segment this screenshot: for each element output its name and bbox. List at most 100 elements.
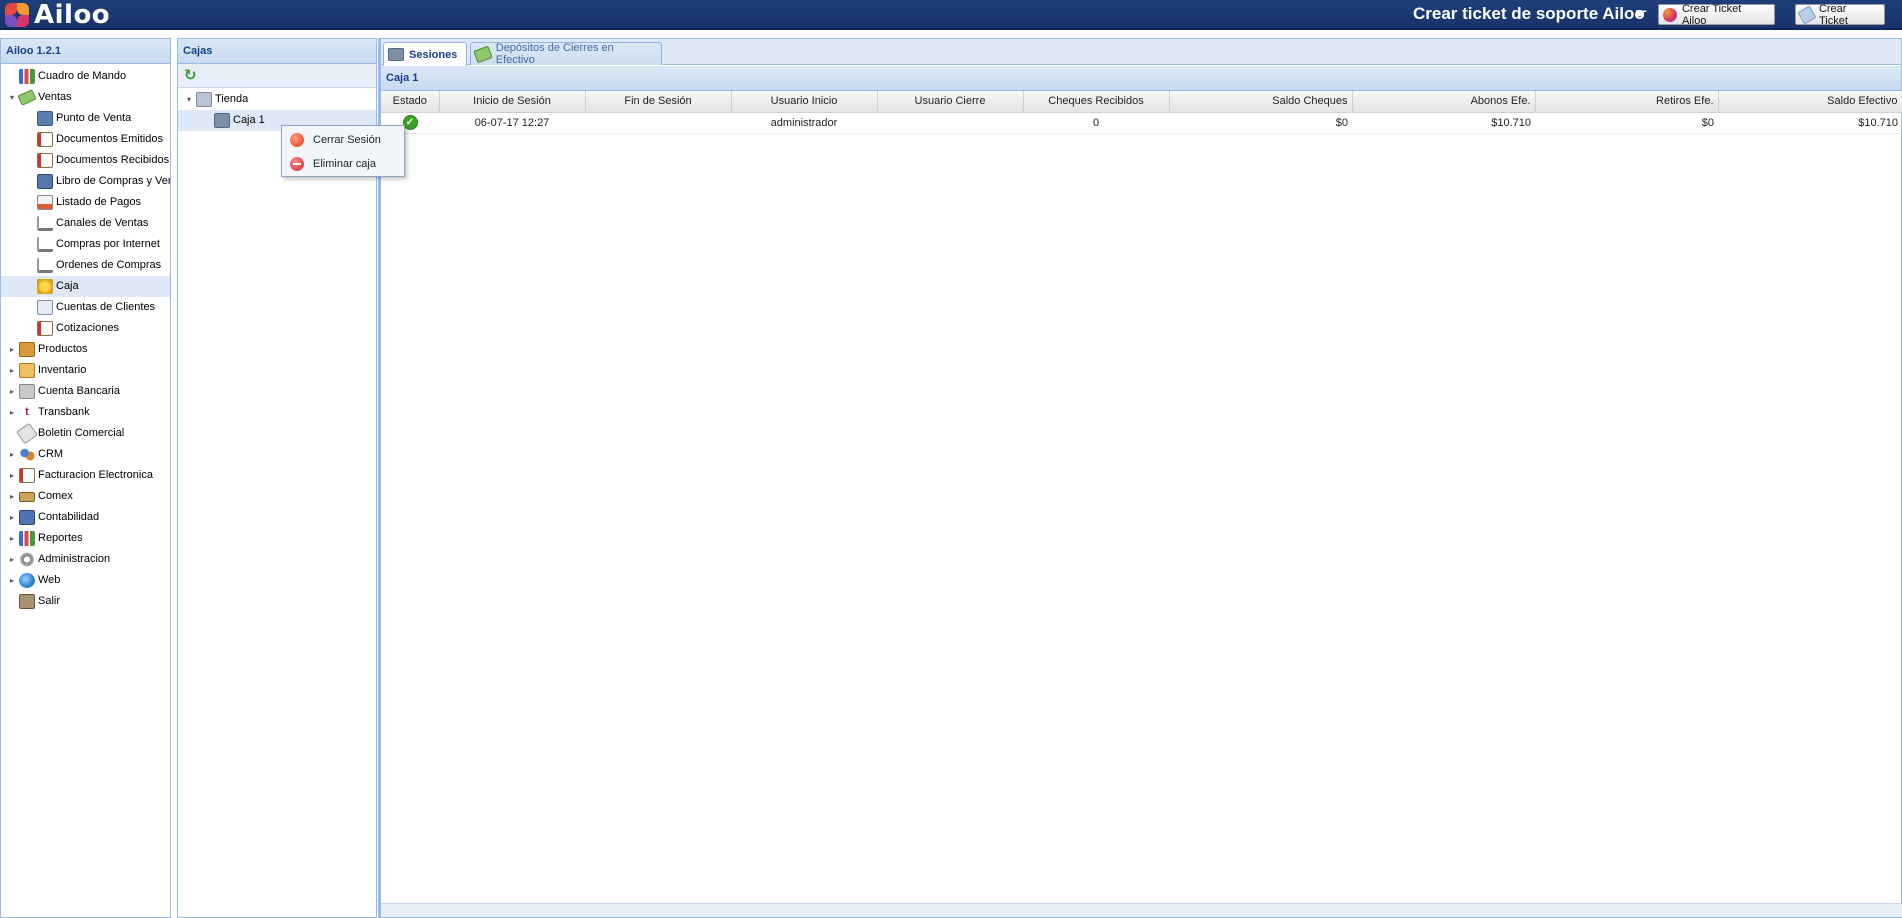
cerrar-sesion-menu-item[interactable]: Cerrar Sesión [282, 129, 404, 151]
cell-usuario-inicio: administrador [731, 112, 877, 134]
nav-item-cuentas-de-clientes[interactable]: Cuentas de Clientes [1, 297, 170, 318]
crear-ticket-ailoo-button[interactable]: Crear Ticket Ailoo [1658, 3, 1775, 27]
nav-item-label: Facturacion Electronica [38, 469, 153, 481]
eliminar-caja-menu-item[interactable]: Eliminar caja [282, 153, 404, 175]
column-header[interactable]: Fin de Sesión [585, 91, 732, 113]
nav-item-administracion[interactable]: ▸ Administracion [1, 549, 170, 570]
collapsed-arrow-icon[interactable]: ▸ [7, 360, 17, 381]
cell-abonos: $10.710 [1352, 112, 1535, 134]
nav-item-punto-de-venta[interactable]: Punto de Venta [1, 108, 170, 129]
ledger-icon [19, 510, 35, 525]
close-session-icon [290, 133, 304, 147]
expanded-arrow-icon[interactable]: ▾ [184, 89, 194, 110]
column-header[interactable]: Abonos Efe. [1352, 91, 1536, 113]
nav-item-crm[interactable]: ▸ CRM [1, 444, 170, 465]
nav-item-label: Administracion [38, 553, 111, 565]
tag-icon [16, 423, 38, 444]
cell-retiros: $0 [1535, 112, 1718, 134]
collapsed-arrow-icon[interactable]: ▸ [7, 570, 17, 591]
nav-item-label: Compras por Internet [56, 238, 160, 250]
nav-item-documentos-emitidos[interactable]: Documentos Emitidos [1, 129, 170, 150]
cart-icon [37, 258, 53, 273]
cart-icon [37, 216, 53, 231]
nav-item-label: Documentos Emitidos [56, 133, 163, 145]
collapsed-arrow-icon[interactable]: ▸ [7, 402, 17, 423]
expanded-arrow-icon[interactable]: ▾ [7, 87, 17, 108]
nav-item-libro-de-compras-y-ventas[interactable]: Libro de Compras y Ventas [1, 171, 170, 192]
nav-item-listado-de-pagos[interactable]: Listado de Pagos [1, 192, 170, 213]
column-header[interactable]: Retiros Efe. [1535, 91, 1719, 113]
nav-item-contabilidad[interactable]: ▸ Contabilidad [1, 507, 170, 528]
nav-item-compras-por-internet[interactable]: Compras por Internet [1, 234, 170, 255]
invoice-icon [19, 468, 35, 483]
nav-item-cotizaciones[interactable]: Cotizaciones [1, 318, 170, 339]
nav-item-ordenes-de-compras[interactable]: Ordenes de Compras [1, 255, 170, 276]
client-card-icon [37, 300, 53, 315]
nav-item-salir[interactable]: Salir [1, 591, 170, 612]
cerrar-sesion-label: Cerrar Sesión [313, 134, 381, 146]
collapsed-arrow-icon[interactable]: ▸ [7, 381, 17, 402]
nav-item-canales-de-ventas[interactable]: Canales de Ventas [1, 213, 170, 234]
collapsed-arrow-icon[interactable]: ▸ [7, 486, 17, 507]
pos-icon [37, 111, 53, 126]
nav-item-label: Reportes [38, 532, 83, 544]
nav-item-label: Ventas [38, 91, 72, 103]
column-header[interactable]: Cheques Recibidos [1023, 91, 1170, 113]
paging-toolbar [381, 903, 1902, 917]
collapsed-arrow-icon[interactable]: ▸ [7, 339, 17, 360]
nav-item-transbank[interactable]: ▸ t Transbank [1, 402, 170, 423]
nav-item-ventas[interactable]: ▾ Ventas [1, 87, 170, 108]
payment-list-icon [37, 195, 53, 210]
collapsed-arrow-icon[interactable]: ▸ [7, 528, 17, 549]
column-header[interactable]: Usuario Cierre [877, 91, 1024, 113]
support-title: Crear ticket de soporte Ailoo [1413, 4, 1645, 23]
cajas-tree-item-tienda[interactable]: ▾ Tienda [178, 89, 376, 110]
sessions-grid: Estado Inicio de Sesión Fin de Sesión Usuar… [381, 91, 1902, 134]
nav-item-label: Inventario [38, 364, 87, 376]
nav-item-label: Boletin Comercial [38, 427, 125, 439]
nav-item-cuadro-de-mando[interactable]: Cuadro de Mando [1, 66, 170, 87]
nav-item-reportes[interactable]: ▸ Reportes [1, 528, 170, 549]
nav-item-inventario[interactable]: ▸ Inventario [1, 360, 170, 381]
chart-icon [19, 531, 35, 546]
column-header[interactable]: Saldo Efectivo [1718, 91, 1902, 113]
column-header[interactable]: Estado [381, 91, 440, 113]
column-header[interactable]: Usuario Inicio [731, 91, 878, 113]
tab-bar: Sesiones Depósitos de Cierres en Efectiv… [381, 39, 1901, 66]
document-icon [37, 132, 53, 147]
nav-item-label: Cuadro de Mando [38, 70, 127, 82]
refresh-icon[interactable]: ↻ [184, 68, 199, 83]
money-icon [473, 45, 493, 63]
cajas-tree-item-label: Caja 1 [233, 114, 265, 126]
table-row[interactable]: ✓ 06-07-17 12:27 administrador 0 $0 $10.710 $0… [381, 112, 1902, 134]
nav-item-productos[interactable]: ▸ Productos [1, 339, 170, 360]
nav-item-caja[interactable]: Caja [1, 276, 170, 297]
nav-item-label: Caja [56, 280, 79, 292]
nav-item-documentos-recibidos[interactable]: Documentos Recibidos [1, 150, 170, 171]
cell-cheques-recibidos: 0 [1023, 112, 1169, 134]
nav-item-web[interactable]: ▸ Web [1, 570, 170, 591]
crear-ticket-button[interactable]: Crear Ticket [1795, 3, 1885, 27]
collapsed-arrow-icon[interactable]: ▸ [7, 444, 17, 465]
tab-depositos-label: Depósitos de Cierres en Efectivo [495, 42, 614, 66]
column-header[interactable]: Inicio de Sesión [439, 91, 586, 113]
tab-sesiones[interactable]: Sesiones [383, 42, 467, 66]
collapsed-arrow-icon[interactable]: ▸ [7, 507, 17, 528]
column-header[interactable]: Saldo Cheques [1169, 91, 1353, 113]
tab-depositos[interactable]: Depósitos de Cierres en Efectivo [470, 42, 662, 66]
navigation-tree: Cuadro de Mando ▾ Ventas Punto de Venta Docu… [1, 64, 170, 612]
ailoo-logo[interactable]: Ailoo [4, 0, 110, 30]
nav-item-comex[interactable]: ▸ Comex [1, 486, 170, 507]
sessions-panel: Sesiones Depósitos de Cierres en Efectiv… [378, 38, 1902, 918]
tab-sesiones-label: Sesiones [409, 48, 458, 61]
nav-item-cuenta-bancaria[interactable]: ▸ Cuenta Bancaria [1, 381, 170, 402]
nav-item-facturacion-electronica[interactable]: ▸ Facturacion Electronica [1, 465, 170, 486]
collapsed-arrow-icon[interactable]: ▸ [7, 549, 17, 570]
nav-item-boletin-comercial[interactable]: Boletin Comercial [1, 423, 170, 444]
exit-icon [19, 594, 35, 609]
nav-item-label: Transbank [38, 406, 90, 418]
collapsed-arrow-icon[interactable]: ▸ [7, 465, 17, 486]
cell-inicio: 06-07-17 12:27 [439, 112, 585, 134]
nav-item-label: Web [38, 574, 61, 586]
package-icon [19, 363, 35, 378]
